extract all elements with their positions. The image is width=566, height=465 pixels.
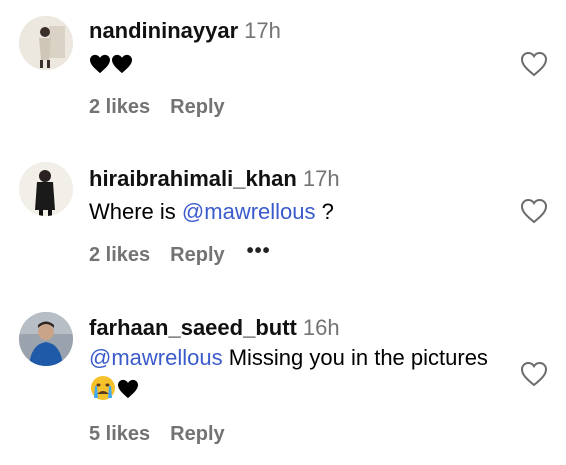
like-button[interactable] [520, 51, 548, 77]
reply-button[interactable]: Reply [170, 423, 224, 446]
avatar[interactable] [19, 312, 73, 366]
username[interactable]: hiraibrahimali_khan [89, 166, 297, 191]
timestamp: 16h [302, 315, 340, 340]
likes-count[interactable]: 2 likes [89, 244, 150, 267]
comment-text-suffix: Missing you in the pictures [222, 345, 488, 370]
black-heart-icon [90, 54, 110, 74]
comment-text-prefix: Where is [89, 199, 182, 224]
timestamp: 17h [244, 18, 281, 43]
more-options-icon[interactable]: ••• [247, 240, 271, 263]
comment-actions: 2 likes Reply [89, 96, 225, 119]
crying-face-icon [91, 376, 115, 400]
mention-link[interactable]: @mawrellous [182, 199, 316, 224]
heart-outline-icon [520, 51, 548, 77]
like-button[interactable] [520, 198, 548, 224]
comment-header: farhaan_saeed_butt 16h [89, 315, 340, 341]
comment-text: 🖤🖤 [89, 48, 489, 79]
comment-text: @mawrellous Missing you in the pictures [89, 342, 499, 404]
mention-link[interactable]: @mawrellous [89, 345, 223, 370]
username[interactable]: nandininayyar [89, 18, 238, 43]
heart-outline-icon [520, 198, 548, 224]
comment-text: Where is @mawrellous ? [89, 196, 489, 227]
comment-actions: 2 likes Reply ••• [89, 240, 271, 267]
reply-button[interactable]: Reply [170, 96, 224, 119]
comment-header: nandininayyar 17h [89, 18, 281, 44]
black-heart-icon [112, 54, 132, 74]
avatar[interactable] [19, 16, 73, 70]
timestamp: 17h [302, 166, 340, 191]
comment-text-suffix: ? [315, 199, 334, 224]
likes-count[interactable]: 2 likes [89, 96, 150, 119]
like-button[interactable] [520, 361, 548, 387]
black-heart-icon [118, 379, 138, 399]
reply-button[interactable]: Reply [170, 244, 224, 267]
comment-actions: 5 likes Reply [89, 423, 225, 446]
heart-outline-icon [520, 361, 548, 387]
likes-count[interactable]: 5 likes [89, 423, 150, 446]
username[interactable]: farhaan_saeed_butt [89, 315, 297, 340]
comment-header: hiraibrahimali_khan 17h [89, 166, 340, 192]
avatar[interactable] [19, 162, 73, 216]
